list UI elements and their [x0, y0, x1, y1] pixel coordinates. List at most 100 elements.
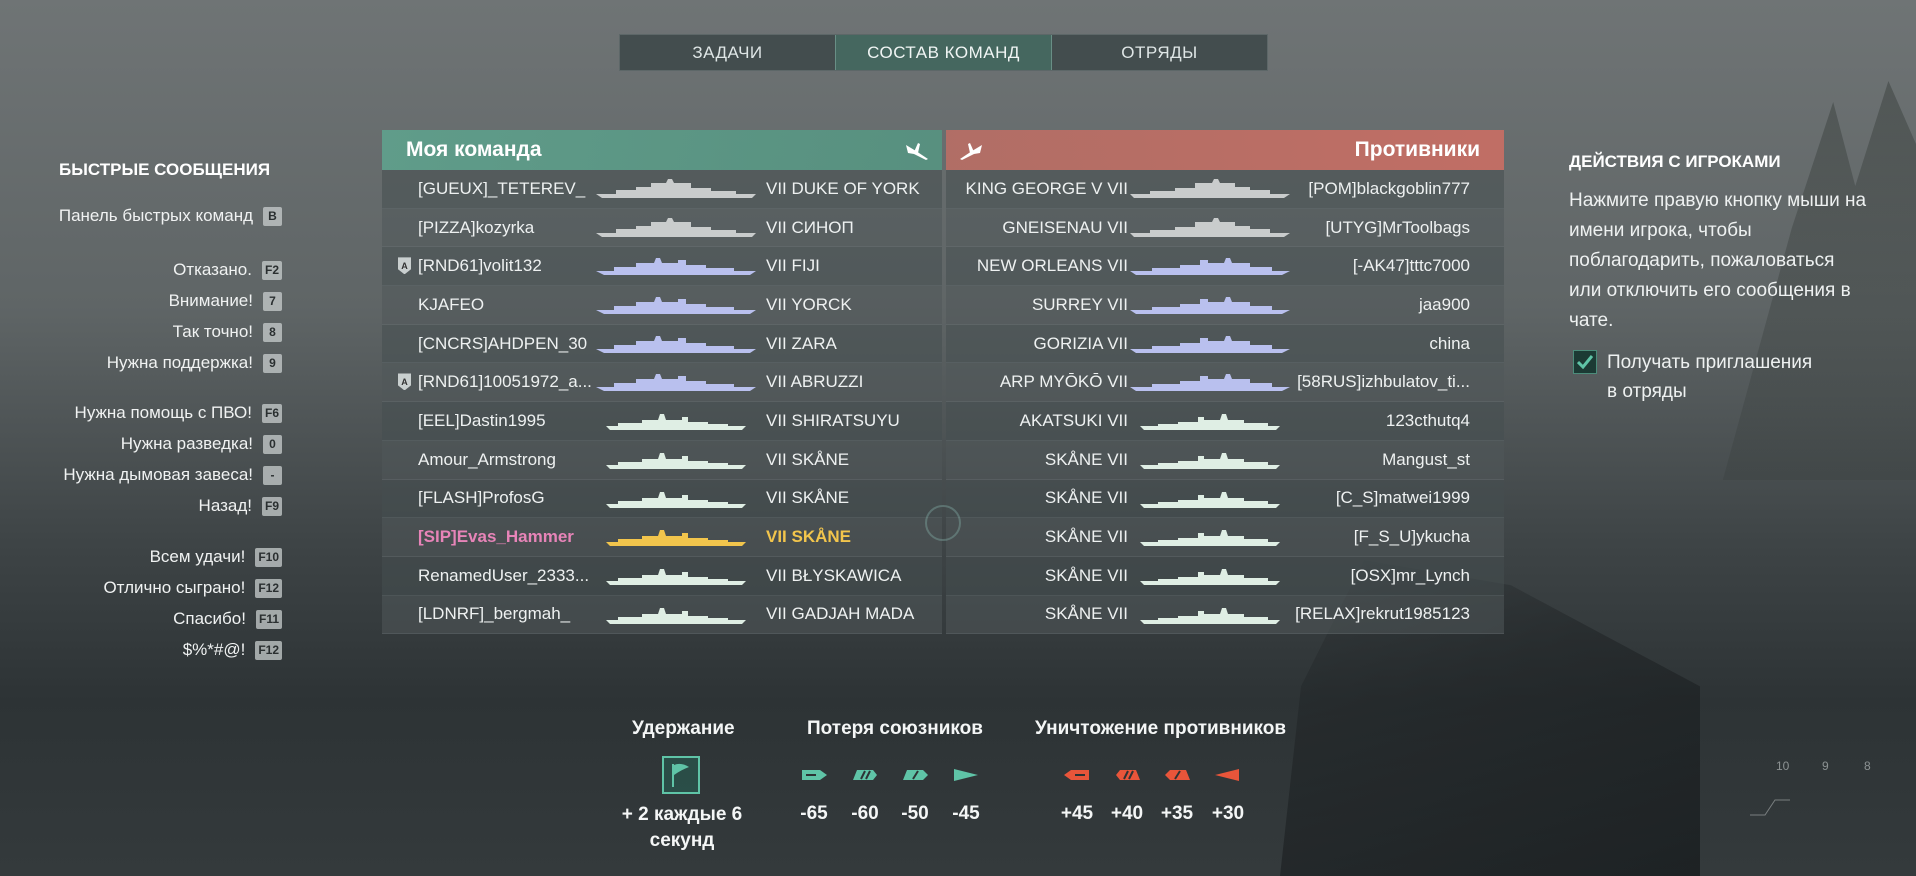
- player-name[interactable]: [UTYG]MrToolbags: [1280, 218, 1470, 238]
- my-team-row[interactable]: [SIP]Evas_Hammer VII SKÅNE: [382, 518, 942, 557]
- quick-message-label: Всем удачи!: [149, 547, 246, 566]
- my-team-row[interactable]: [GUEUX]_TETEREV_ VII DUKE OF YORK: [382, 170, 942, 209]
- destroyer-silhouette-icon: [1140, 568, 1280, 585]
- cruiser-silhouette-icon: [1130, 374, 1290, 392]
- aircraft-icon: [906, 143, 928, 160]
- ally-cruiser-icon: [853, 770, 877, 780]
- hotkey-badge: F2: [261, 260, 282, 280]
- player-name[interactable]: [F_S_U]ykucha: [1280, 527, 1470, 547]
- enemy-team-row[interactable]: AKATSUKI VII 123cthutq4: [946, 402, 1504, 441]
- player-name[interactable]: [CNCRS]AHDPEN_30: [418, 334, 593, 354]
- enemy-team-row[interactable]: KING GEORGE V VII [POM]blackgoblin777: [946, 170, 1504, 209]
- my-team-row[interactable]: [PIZZA]kozyrka VII СИНОП: [382, 208, 942, 248]
- player-name[interactable]: KJAFEO: [418, 295, 593, 315]
- quick-message-item[interactable]: Назад! F9: [199, 496, 282, 516]
- quick-message-item[interactable]: Нужна поддержка! 9: [107, 353, 282, 373]
- player-name[interactable]: [PIZZA]kozyrka: [418, 218, 593, 238]
- player-name[interactable]: [RELAX]rekrut1985123: [1280, 604, 1470, 624]
- my-team-row[interactable]: A [RND61]volit132 VII FIJI: [382, 247, 942, 287]
- player-name[interactable]: jaa900: [1280, 295, 1470, 315]
- enemy-team-row[interactable]: GORIZIA VII china: [946, 324, 1504, 364]
- player-actions-text: Нажмите правую кнопку мыши на имени игро…: [1569, 190, 1867, 331]
- quick-message-item[interactable]: Нужна разведка! 0: [121, 434, 282, 454]
- my-team-row[interactable]: A [RND61]10051972_a... VII ABRUZZI: [382, 363, 942, 403]
- enemy-team-row[interactable]: SKÅNE VII [F_S_U]ykucha: [946, 518, 1504, 557]
- player-actions-title: ДЕЙСТВИЯ С ИГРОКАМИ: [1569, 152, 1781, 171]
- tab-tasks[interactable]: ЗАДАЧИ: [620, 35, 835, 70]
- player-name[interactable]: [OSX]mr_Lynch: [1280, 566, 1470, 586]
- tab-divisions[interactable]: ОТРЯДЫ: [1052, 35, 1267, 70]
- hotkey-badge: 9: [263, 353, 282, 373]
- player-name[interactable]: [RND61]10051972_a...: [418, 372, 593, 392]
- quick-message-item[interactable]: Панель быстрых команд B: [59, 206, 282, 226]
- quick-message-item[interactable]: Нужна дымовая завеса! -: [63, 465, 282, 485]
- quick-message-item[interactable]: Так точно! 8: [173, 322, 282, 342]
- checkbox[interactable]: [1573, 350, 1597, 374]
- quick-message-item[interactable]: Отлично сыграно! F12: [103, 578, 282, 598]
- enemy-team-row[interactable]: GNEISENAU VII [UTYG]MrToolbags: [946, 208, 1504, 248]
- enemy-team-title: Противники: [1354, 138, 1480, 161]
- enemy-team-row[interactable]: SURREY VII jaa900: [946, 286, 1504, 325]
- tab-team-roster[interactable]: СОСТАВ КОМАНД: [835, 35, 1052, 70]
- minimap-lines-icon: [1750, 799, 1790, 816]
- enemy-kill-value: +35: [1160, 803, 1194, 824]
- player-name[interactable]: [FLASH]ProfosG: [418, 488, 593, 508]
- enemy-submarine-icon: [1215, 769, 1239, 781]
- player-name[interactable]: 123cthutq4: [1280, 411, 1470, 431]
- ship-name: VII GADJAH MADA: [766, 604, 915, 624]
- enemy-team-row[interactable]: NEW ORLEANS VII [-AK47]tttc7000: [946, 247, 1504, 287]
- enemy-team-row[interactable]: SKÅNE VII [C_S]matwei1999: [946, 479, 1504, 519]
- ship-name: VII YORCK: [766, 294, 852, 314]
- my-team-row[interactable]: Amour_Armstrong VII SKÅNE: [382, 440, 942, 480]
- quick-message-item[interactable]: Отказано. F2: [173, 260, 282, 280]
- player-name[interactable]: [GUEUX]_TETEREV_: [418, 179, 593, 199]
- quick-message-label: Нужна помощь с ПВО!: [74, 403, 252, 422]
- player-name[interactable]: china: [1280, 334, 1470, 354]
- ship-name: SKÅNE VII: [1044, 565, 1128, 585]
- quick-message-item[interactable]: Внимание! 7: [169, 291, 282, 311]
- my-team-row[interactable]: [EEL]Dastin1995 VII SHIRATSUYU: [382, 402, 942, 441]
- ship-name: SURREY VII: [1031, 294, 1128, 314]
- quick-message-item[interactable]: Спасибо! F11: [173, 609, 282, 629]
- center-chevron-icon: [925, 505, 961, 541]
- my-team-panel: Моя команда [GUEUX]_TETEREV_ VII DUKE OF …: [382, 130, 942, 635]
- player-name[interactable]: [SIP]Evas_Hammer: [418, 527, 593, 547]
- my-team-row[interactable]: [FLASH]ProfosG VII SKÅNE: [382, 479, 942, 519]
- enemy-team-row[interactable]: SKÅNE VII [RELAX]rekrut1985123: [946, 595, 1504, 635]
- ship-name: NEW ORLEANS VII: [976, 256, 1128, 276]
- player-name[interactable]: [RND61]volit132: [418, 256, 593, 276]
- enemy-team-row[interactable]: ARP MYŌKŌ VII [58RUS]izhbulatov_ti...: [946, 363, 1504, 403]
- enemy-team-row[interactable]: SKÅNE VII Mangust_st: [946, 440, 1504, 480]
- quick-message-item[interactable]: Всем удачи! F10: [150, 547, 282, 567]
- quick-message-item[interactable]: $%*#@! F12: [183, 640, 282, 660]
- enemy-cruiser-icon: [1116, 770, 1140, 780]
- division-badge: A: [398, 257, 411, 275]
- player-name[interactable]: [POM]blackgoblin777: [1280, 179, 1470, 199]
- my-team-row[interactable]: [CNCRS]AHDPEN_30 VII ZARA: [382, 324, 942, 364]
- player-name[interactable]: RenamedUser_2333...: [418, 566, 593, 586]
- player-name[interactable]: [58RUS]izhbulatov_ti...: [1280, 372, 1470, 392]
- cruiser-silhouette-icon: [1130, 258, 1290, 276]
- player-name[interactable]: [EEL]Dastin1995: [418, 411, 593, 431]
- hotkey-badge: F12: [255, 578, 282, 598]
- quick-message-label: Внимание!: [168, 291, 253, 310]
- player-name[interactable]: Amour_Armstrong: [418, 450, 593, 470]
- player-name[interactable]: Mangust_st: [1280, 450, 1470, 470]
- player-name[interactable]: [-AK47]tttc7000: [1280, 256, 1470, 276]
- hotkey-badge: F6: [261, 403, 282, 423]
- ship-name: SKÅNE VII: [1044, 488, 1128, 508]
- ship-name: VII SKÅNE: [766, 449, 850, 469]
- player-name[interactable]: [LDNRF]_bergmah_: [418, 604, 593, 624]
- enemy-kill-value: +40: [1110, 803, 1144, 824]
- player-name[interactable]: [C_S]matwei1999: [1280, 488, 1470, 508]
- ship-name: VII ZARA: [766, 333, 837, 353]
- hotkey-badge: F10: [255, 547, 282, 567]
- my-team-row[interactable]: [LDNRF]_bergmah_ VII GADJAH MADA: [382, 595, 942, 635]
- quick-message-label: Спасибо!: [173, 609, 246, 628]
- hotkey-badge: 8: [263, 322, 282, 342]
- my-team-row[interactable]: KJAFEO VII YORCK: [382, 286, 942, 325]
- division-invites-toggle[interactable]: Получать приглашения в отряды: [1573, 348, 1827, 406]
- enemy-team-row[interactable]: SKÅNE VII [OSX]mr_Lynch: [946, 556, 1504, 596]
- my-team-row[interactable]: RenamedUser_2333... VII BŁYSKAWICA: [382, 556, 942, 596]
- quick-message-item[interactable]: Нужна помощь с ПВО! F6: [75, 403, 282, 423]
